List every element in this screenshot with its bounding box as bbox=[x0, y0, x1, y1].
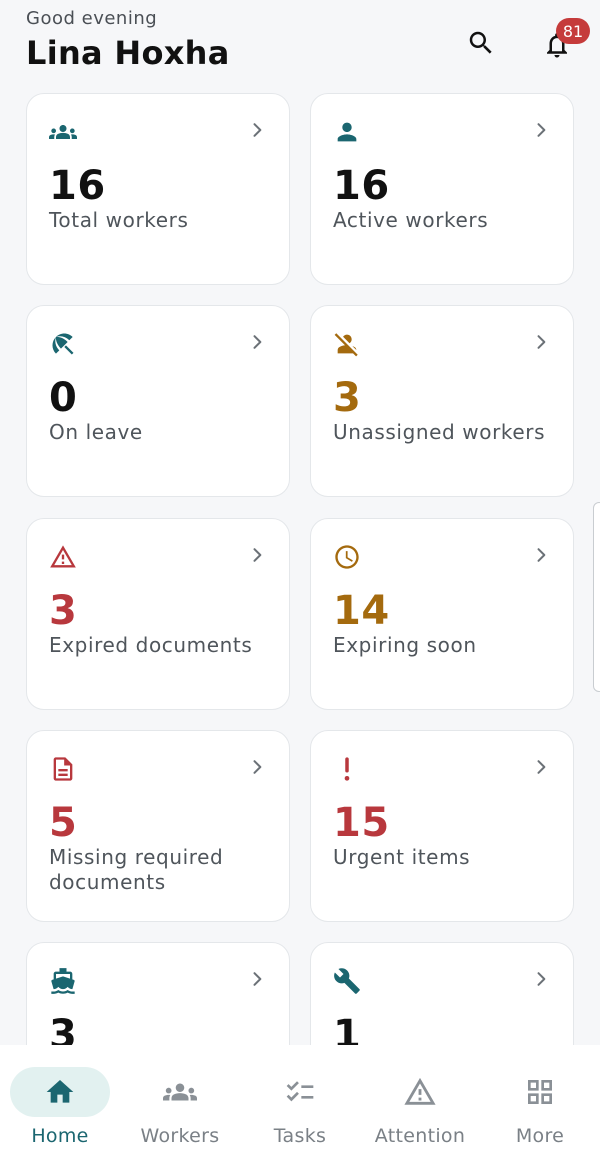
workers-icon bbox=[162, 1074, 198, 1110]
group-icon bbox=[49, 118, 77, 146]
card-value: 14 bbox=[333, 588, 390, 634]
card-value: 3 bbox=[49, 1012, 78, 1045]
nav-tasks[interactable]: Tasks bbox=[240, 1045, 360, 1170]
nav-workers[interactable]: Workers bbox=[120, 1045, 240, 1170]
beach-umbrella-icon bbox=[49, 330, 77, 358]
card-value: 16 bbox=[49, 163, 106, 209]
tasks-icon bbox=[282, 1074, 318, 1110]
card-on-leave[interactable]: 0 On leave bbox=[26, 305, 290, 497]
card-label: Unassigned workers bbox=[333, 420, 546, 444]
chevron-right-icon bbox=[247, 332, 267, 352]
dashboard-screen: 16 Total workers 16 Active workers 0 On … bbox=[0, 0, 600, 1170]
card-expiring-soon[interactable]: 14 Expiring soon bbox=[310, 518, 574, 710]
nav-label: Tasks bbox=[273, 1125, 327, 1147]
chevron-right-icon bbox=[247, 969, 267, 989]
wrench-icon bbox=[333, 967, 361, 995]
card-active-workers[interactable]: 16 Active workers bbox=[310, 93, 574, 285]
card-label: Total workers bbox=[49, 208, 189, 232]
chevron-right-icon bbox=[247, 120, 267, 140]
card-expired-documents[interactable]: 3 Expired documents bbox=[26, 518, 290, 710]
attention-icon bbox=[402, 1074, 438, 1110]
card-value: 3 bbox=[333, 375, 362, 421]
chevron-right-icon bbox=[531, 545, 551, 565]
card-missing-required-documents[interactable]: 5 Missing required documents bbox=[26, 730, 290, 922]
nav-label: Workers bbox=[140, 1125, 220, 1147]
ship-icon bbox=[49, 967, 77, 995]
card-label: On leave bbox=[49, 420, 143, 444]
grid-icon bbox=[522, 1074, 558, 1110]
card-total-workers[interactable]: 16 Total workers bbox=[26, 93, 290, 285]
card-label: Expiring soon bbox=[333, 633, 477, 657]
bottom-navigation: Home Workers Tasks Attention More bbox=[0, 1045, 600, 1170]
card-label: Urgent items bbox=[333, 845, 471, 869]
chevron-right-icon bbox=[531, 757, 551, 777]
card-label: Expired documents bbox=[49, 633, 253, 657]
card-label: Active workers bbox=[333, 208, 489, 232]
greeting-text: Good evening bbox=[26, 8, 158, 29]
chevron-right-icon bbox=[531, 332, 551, 352]
card-label: Missing required documents bbox=[49, 845, 224, 894]
nav-label: Attention bbox=[374, 1125, 466, 1147]
user-name: Lina Hoxha bbox=[26, 34, 230, 72]
search-icon bbox=[469, 31, 492, 54]
card-vessels[interactable]: 3 bbox=[26, 942, 290, 1045]
card-unassigned-workers[interactable]: 3 Unassigned workers bbox=[310, 305, 574, 497]
chevron-right-icon bbox=[247, 545, 267, 565]
search-button[interactable] bbox=[460, 22, 502, 64]
person-icon bbox=[333, 118, 361, 146]
notification-badge: 81 bbox=[556, 18, 590, 44]
scroll-handle[interactable] bbox=[593, 502, 600, 692]
nav-home[interactable]: Home bbox=[0, 1045, 120, 1170]
chevron-right-icon bbox=[531, 120, 551, 140]
person-off-icon bbox=[333, 330, 361, 358]
card-maintenance[interactable]: 1 bbox=[310, 942, 574, 1045]
card-value: 3 bbox=[49, 588, 78, 634]
nav-label: More bbox=[515, 1125, 565, 1147]
stats-grid: 16 Total workers 16 Active workers 0 On … bbox=[0, 0, 600, 1045]
chevron-right-icon bbox=[531, 969, 551, 989]
exclamation-icon bbox=[333, 755, 361, 783]
nav-label: Home bbox=[31, 1125, 89, 1147]
card-value: 16 bbox=[333, 163, 390, 209]
chevron-right-icon bbox=[247, 757, 267, 777]
document-icon bbox=[49, 755, 77, 783]
card-value: 1 bbox=[333, 1012, 362, 1045]
nav-attention[interactable]: Attention bbox=[360, 1045, 480, 1170]
card-value: 15 bbox=[333, 800, 390, 846]
warning-icon bbox=[49, 543, 77, 571]
card-value: 0 bbox=[49, 375, 78, 421]
nav-more[interactable]: More bbox=[480, 1045, 600, 1170]
card-urgent-items[interactable]: 15 Urgent items bbox=[310, 730, 574, 922]
card-value: 5 bbox=[49, 800, 78, 846]
clock-icon bbox=[333, 543, 361, 571]
home-icon bbox=[42, 1074, 78, 1110]
app-header: Good evening Lina Hoxha 81 bbox=[0, 0, 600, 88]
